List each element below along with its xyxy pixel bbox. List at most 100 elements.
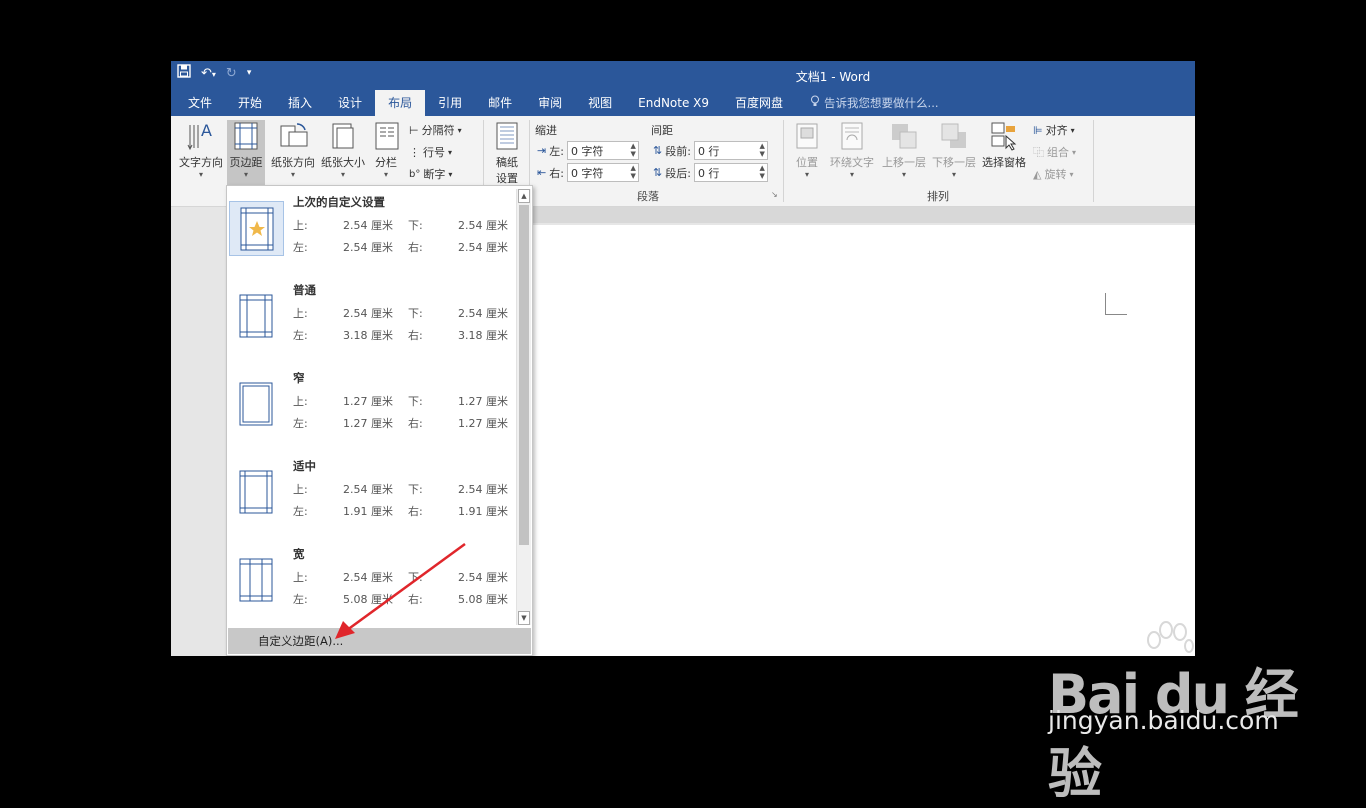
margin-thumbnail: [229, 377, 284, 432]
margin-option-narrow[interactable]: 窄 上: 1.27 厘米 下: 1.27 厘米 左: 1.27 厘米 右: 1.…: [229, 362, 516, 448]
manuscript-label-2: 设置: [496, 172, 518, 185]
tab-design[interactable]: 设计: [325, 90, 375, 116]
bottom-value: 1.27 厘米: [458, 395, 508, 408]
rotate-label: 旋转: [1044, 168, 1067, 181]
chevron-down-icon: ▾: [804, 170, 809, 179]
breaks-button[interactable]: ⊢ 分隔符 ▾: [409, 122, 462, 138]
send-backward-icon: [938, 120, 970, 152]
margin-thumbnail: [229, 289, 284, 344]
spin-arrows-icon[interactable]: ▲ ▼: [631, 142, 636, 158]
columns-icon: [371, 120, 403, 152]
group-separator: [1093, 120, 1094, 202]
tab-view[interactable]: 视图: [575, 90, 625, 116]
right-label: 右:: [408, 505, 423, 518]
line-numbers-label: 行号: [423, 146, 445, 159]
spacing-before-input[interactable]: 0 行 ▲ ▼: [693, 141, 768, 160]
text-direction-icon: A: [185, 120, 217, 152]
chevron-down-icon: ▾: [849, 170, 854, 179]
group-button[interactable]: ⿻组合 ▾: [1033, 144, 1076, 160]
annotation-arrow: [335, 542, 466, 639]
top-label: 上:: [293, 219, 308, 232]
spacing-after-input[interactable]: 0 行 ▲ ▼: [693, 163, 768, 182]
columns-button[interactable]: 分栏 ▾: [371, 120, 401, 180]
dropdown-scrollbar[interactable]: ▲ ▼: [516, 189, 531, 625]
bottom-value: 2.54 厘米: [458, 219, 508, 232]
indent-left-input[interactable]: 0 字符 ▲ ▼: [566, 141, 639, 160]
margin-thumbnail: [229, 201, 284, 256]
line-numbers-icon: ⋮: [409, 145, 420, 159]
bottom-label: 下:: [408, 483, 423, 496]
top-value: 2.54 厘米: [343, 483, 393, 496]
position-button[interactable]: 位置 ▾: [789, 120, 825, 180]
tab-insert[interactable]: 插入: [275, 90, 325, 116]
spin-arrows-icon[interactable]: ▲ ▼: [760, 164, 765, 180]
spacing-before-label: 段前:: [665, 144, 691, 158]
size-label: 纸张大小: [321, 156, 365, 169]
chevron-down-icon: ▾: [448, 169, 453, 179]
margin-option-title: 普通: [293, 283, 316, 297]
chevron-down-icon: ▾: [290, 170, 295, 179]
top-value: 1.27 厘米: [343, 395, 393, 408]
dialog-launcher-icon[interactable]: ↘: [771, 190, 778, 199]
selection-pane-button[interactable]: 选择窗格: [979, 120, 1029, 170]
orientation-button[interactable]: 纸张方向 ▾: [267, 120, 319, 180]
ruler: [531, 207, 1195, 223]
manuscript-button[interactable]: 稿纸 设置: [489, 120, 525, 186]
chevron-down-icon: ▾: [198, 170, 203, 179]
tell-me-box[interactable]: 告诉我您想要做什么...: [796, 90, 939, 116]
wrap-text-button[interactable]: 环绕文字 ▾: [827, 120, 877, 180]
tab-review[interactable]: 审阅: [525, 90, 575, 116]
bring-forward-button[interactable]: 上移一层 ▾: [879, 120, 929, 180]
indent-right-row: ⇤ 右: 0 字符 ▲ ▼: [537, 163, 639, 182]
wrap-text-icon: [836, 120, 868, 152]
right-value: 2.54 厘米: [458, 241, 508, 254]
left-label: 左:: [293, 505, 308, 518]
orientation-label: 纸张方向: [271, 156, 315, 169]
indent-right-input[interactable]: 0 字符 ▲ ▼: [566, 163, 639, 182]
scrollbar-thumb[interactable]: [519, 205, 529, 545]
margins-button[interactable]: 页边距 ▾: [227, 120, 265, 188]
send-backward-button[interactable]: 下移一层 ▾: [929, 120, 979, 180]
document-page[interactable]: [531, 225, 1195, 656]
tab-baidu-netdisk[interactable]: 百度网盘: [722, 90, 796, 116]
bottom-label: 下:: [408, 219, 423, 232]
chevron-down-icon: ▾: [951, 170, 956, 179]
tab-file[interactable]: 文件: [175, 90, 225, 116]
chevron-down-icon: ▾: [243, 170, 248, 179]
scroll-up-icon[interactable]: ▲: [518, 189, 530, 203]
spacing-after-icon: ⇅: [653, 166, 663, 179]
tab-references[interactable]: 引用: [425, 90, 475, 116]
spin-arrows-icon[interactable]: ▲ ▼: [631, 164, 636, 180]
tab-home[interactable]: 开始: [225, 90, 275, 116]
margin-option-normal[interactable]: 普通 上: 2.54 厘米 下: 2.54 厘米 左: 3.18 厘米 右: 3…: [229, 274, 516, 360]
spin-arrows-icon[interactable]: ▲ ▼: [760, 142, 765, 158]
align-label: 对齐: [1045, 124, 1068, 137]
tab-layout[interactable]: 布局: [375, 90, 426, 116]
chevron-down-icon: ▾: [1072, 147, 1077, 157]
margin-option-moderate[interactable]: 适中 上: 2.54 厘米 下: 2.54 厘米 左: 1.91 厘米 右: 1…: [229, 450, 516, 536]
left-label: 左:: [293, 241, 308, 254]
rotate-button[interactable]: ◭ 旋转 ▾: [1033, 166, 1073, 182]
tab-endnote[interactable]: EndNote X9: [625, 90, 722, 116]
scroll-down-icon[interactable]: ▼: [518, 611, 530, 625]
left-value: 1.91 厘米: [343, 505, 393, 518]
top-label: 上:: [293, 307, 308, 320]
line-numbers-button[interactable]: ⋮ 行号 ▾: [409, 144, 452, 160]
margin-option-last-custom[interactable]: 上次的自定义设置 上: 2.54 厘米 下: 2.54 厘米 左: 2.54 厘…: [229, 186, 516, 272]
align-button[interactable]: ⊫ 对齐 ▾: [1033, 122, 1075, 138]
indent-left-icon: ⇥: [537, 144, 547, 157]
selection-pane-icon: [988, 120, 1020, 152]
right-label: 右:: [408, 329, 423, 342]
indent-right-label: 右:: [549, 166, 564, 180]
hyphenation-label: 断字: [423, 168, 446, 181]
word-window: ↶▾ ↻ ▾ 文档1 - Word 文件 开始 插入 设计 布局 引用 邮件 审…: [171, 61, 1195, 656]
indent-right-icon: ⇤: [537, 166, 547, 179]
hyphenation-button[interactable]: b° 断字 ▾: [409, 166, 452, 182]
tab-mailings[interactable]: 邮件: [475, 90, 525, 116]
text-direction-button[interactable]: A 文字方向 ▾: [175, 120, 227, 180]
rotate-icon: ◭: [1033, 167, 1042, 181]
size-button[interactable]: 纸张大小 ▾: [317, 120, 369, 180]
left-label: 左:: [293, 593, 308, 606]
right-value: 1.27 厘米: [458, 417, 508, 430]
indent-left-value: 0 字符: [570, 144, 604, 158]
